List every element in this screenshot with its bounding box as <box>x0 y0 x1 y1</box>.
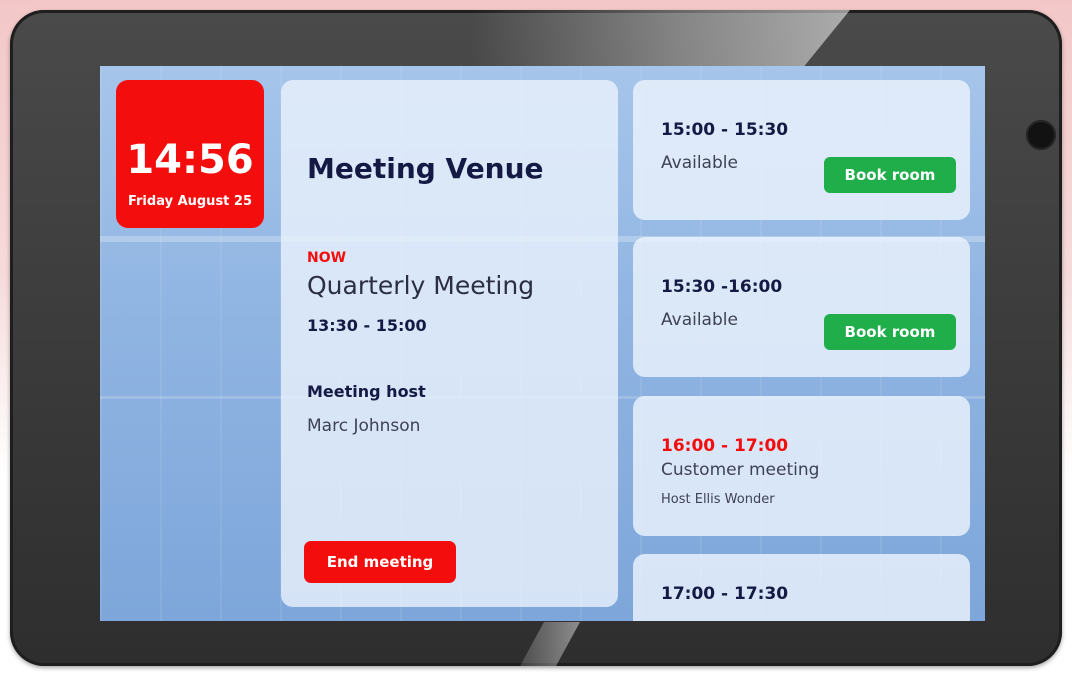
book-room-button[interactable]: Book room <box>824 157 956 193</box>
schedule-slot: 15:00 - 15:30 Available Book room <box>633 80 970 220</box>
slot-status: Available <box>661 153 738 173</box>
meeting-host-name: Marc Johnson <box>307 416 421 436</box>
slot-status: Available <box>661 310 738 330</box>
book-room-button[interactable]: Book room <box>824 314 956 350</box>
device-glare <box>470 10 850 66</box>
slot-time: 15:30 -16:00 <box>661 277 783 297</box>
current-meeting-title: Quarterly Meeting <box>307 271 535 300</box>
meeting-host-label: Meeting host <box>307 382 426 401</box>
venue-title: Meeting Venue <box>307 152 544 185</box>
slot-host: Host Ellis Wonder <box>661 492 775 507</box>
schedule-slot: 15:30 -16:00 Available Book room <box>633 237 970 377</box>
end-meeting-button[interactable]: End meeting <box>304 541 456 583</box>
camera-lens-icon <box>1026 120 1056 150</box>
slot-time: 16:00 - 17:00 <box>661 436 789 456</box>
clock-date: Friday August 25 <box>127 194 253 209</box>
current-meeting-time: 13:30 - 15:00 <box>307 316 427 335</box>
slot-time: 15:00 - 15:30 <box>661 120 789 140</box>
clock-card: 14:56 Friday August 25 <box>116 80 264 228</box>
tablet-screen: 14:56 Friday August 25 Meeting Venue NOW… <box>100 66 985 621</box>
slot-time: 17:00 - 17:30 <box>661 584 789 604</box>
schedule-slot-booked: 16:00 - 17:00 Customer meeting Host Elli… <box>633 396 970 536</box>
slot-meeting-title: Customer meeting <box>661 460 820 480</box>
schedule-slot: 17:00 - 17:30 <box>633 554 970 621</box>
clock-time: 14:56 <box>126 137 254 183</box>
current-meeting-panel: Meeting Venue NOW Quarterly Meeting 13:3… <box>281 80 618 607</box>
now-label: NOW <box>307 250 347 266</box>
